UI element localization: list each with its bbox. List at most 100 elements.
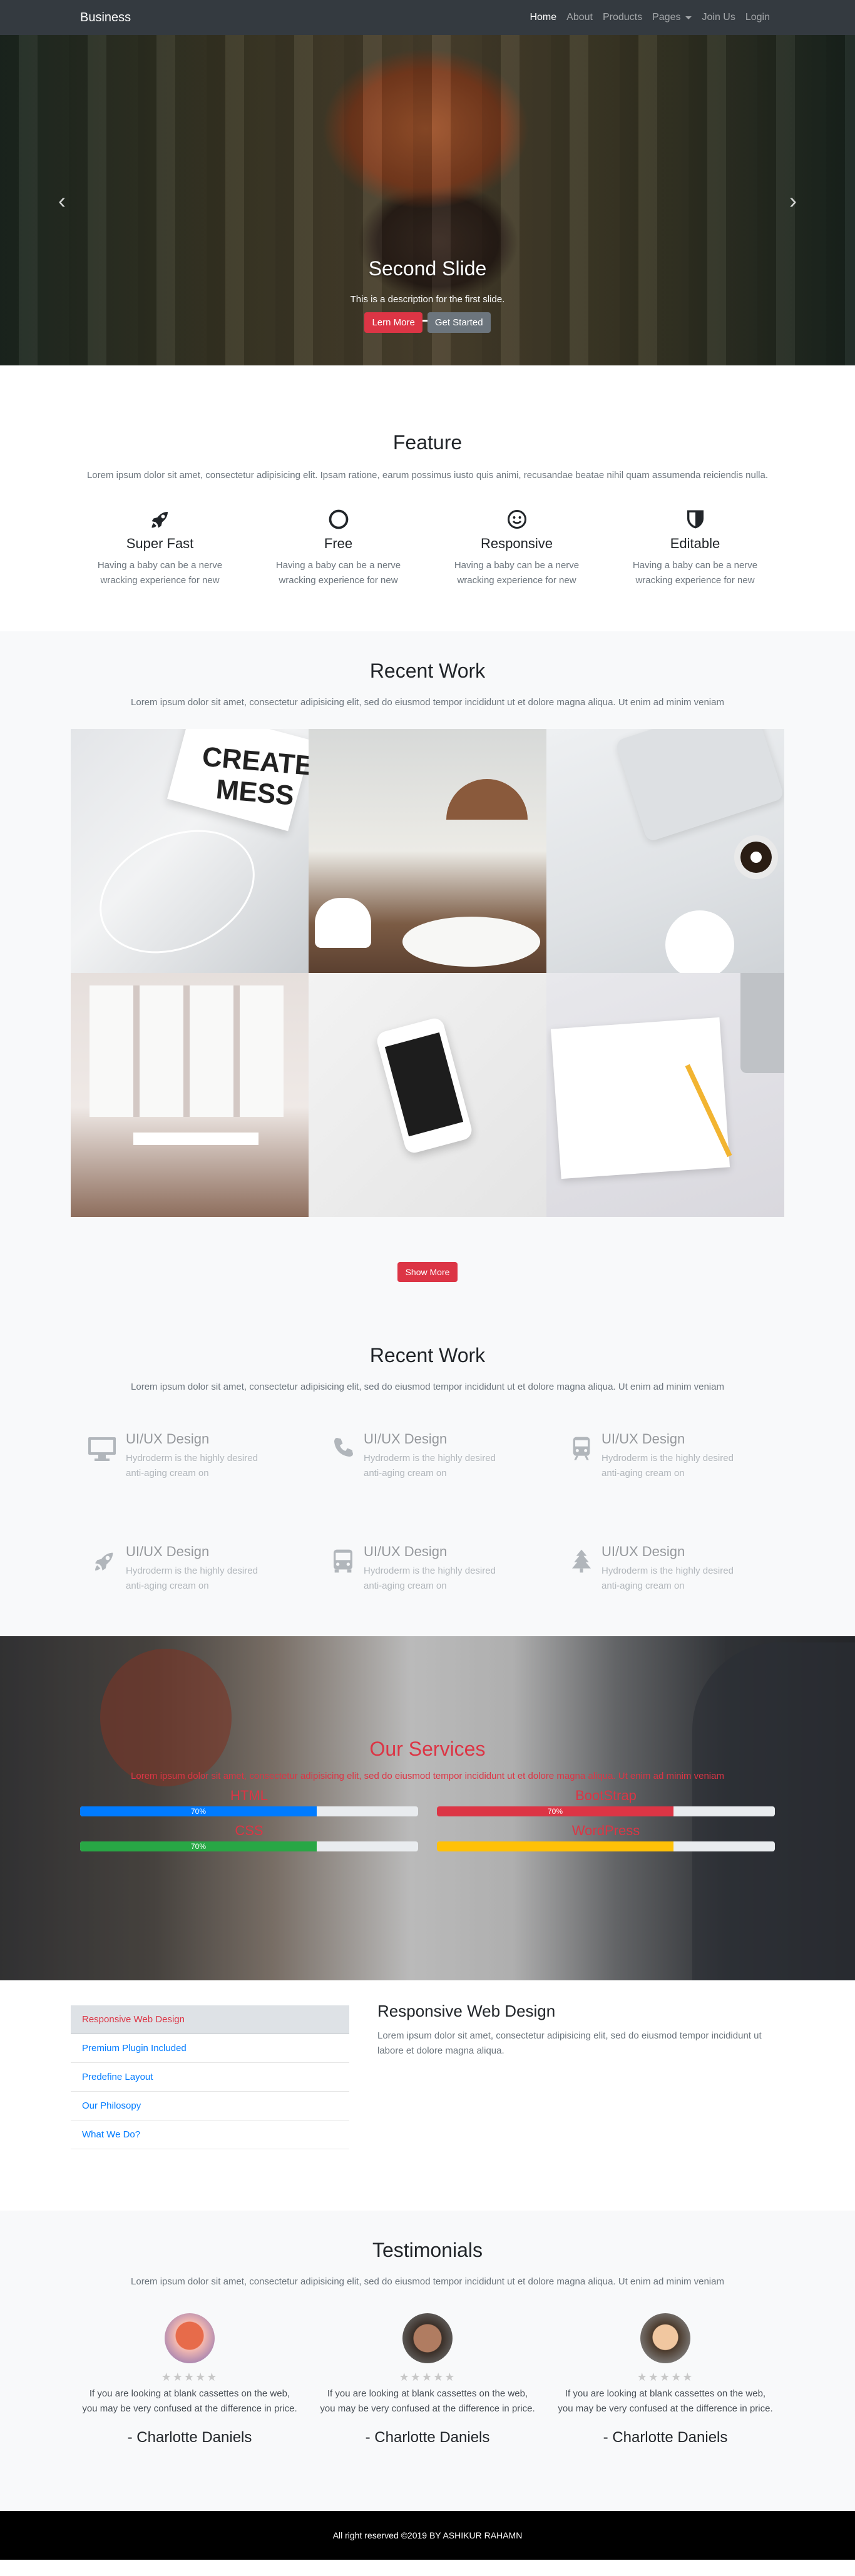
show-more-button[interactable]: Show More — [397, 1262, 458, 1282]
tab-predefine-layout[interactable]: Predefine Layout — [71, 2063, 349, 2092]
nav-pages-dropdown[interactable]: Pages — [647, 12, 697, 23]
service-item: UI/UX Design Hydroderm is the highly desi… — [309, 1431, 546, 1544]
testimonial-card: ★★★★★ If you are looking at blank casset… — [546, 2313, 784, 2446]
learn-more-button[interactable]: Lern More — [364, 312, 422, 333]
skill-name: BootStrap — [575, 1788, 637, 1803]
feature-title: Feature — [392, 431, 463, 454]
feature-card-title: Editable — [670, 536, 720, 551]
our-services-title: Our Services — [369, 1738, 486, 1760]
skill-name: WordPress — [571, 1823, 640, 1838]
service-title: UI/UX Design — [126, 1544, 210, 1559]
rocket-icon — [71, 507, 249, 532]
testimonial-quote: If you are looking at blank cassettes on… — [558, 2388, 773, 2414]
star-rating-icon: ★★★★★ — [399, 2371, 456, 2383]
navbar: Business Home About Products Pages Join … — [0, 0, 855, 35]
nav-pages-label: Pages — [652, 12, 681, 23]
testimonials-title: Testimonials — [372, 2239, 483, 2261]
recent-work-gallery-section: Recent Work Lorem ipsum dolor sit amet, … — [0, 631, 855, 1316]
brand-logo[interactable]: Business — [80, 11, 131, 25]
desktop-icon — [83, 1431, 117, 1544]
skill-bar-html: HTML 70% — [80, 1788, 418, 1816]
feature-card: Responsive Having a baby can be a nerve … — [427, 507, 606, 588]
gallery-image-dining-room[interactable] — [71, 973, 309, 1217]
testimonials-section: Testimonials Lorem ipsum dolor sit amet,… — [0, 2211, 855, 2511]
smile-icon — [427, 507, 606, 532]
nav-links: Home About Products Pages Join Us Login — [525, 12, 775, 23]
feature-card-title: Free — [324, 536, 353, 551]
progress-fill: 70% — [80, 1841, 317, 1851]
tab-premium-plugin[interactable]: Premium Plugin Included — [71, 2034, 349, 2063]
feature-text: Lorem ipsum dolor sit amet, consectetur … — [86, 470, 769, 481]
book-cover-text: CREATE MESS — [201, 741, 309, 812]
carousel-prev-icon[interactable]: ‹ — [53, 190, 71, 212]
shield-icon — [606, 507, 784, 532]
feature-card-title: Super Fast — [126, 536, 194, 551]
testimonial-author: - Charlotte Daniels — [365, 2429, 490, 2446]
our-services-section: Our Services Lorem ipsum dolor sit amet,… — [0, 1636, 855, 1980]
tab-content-text: Lorem ipsum dolor sit amet, consectetur … — [377, 2030, 762, 2056]
train-icon — [559, 1431, 593, 1544]
nav-login[interactable]: Login — [740, 12, 775, 23]
testimonials-text: Lorem ipsum dolor sit amet, consectetur … — [131, 2276, 724, 2287]
feature-card-title: Responsive — [481, 536, 553, 551]
recent-work-services-section: Recent Work Lorem ipsum dolor sit amet, … — [0, 1316, 855, 1636]
nav-about[interactable]: About — [561, 12, 598, 23]
gallery-image-office[interactable] — [309, 729, 546, 973]
gallery-image-phone[interactable] — [309, 973, 546, 1217]
skill-bar-wordpress: WordPress — [437, 1823, 775, 1851]
slide-description: This is a description for the first slid… — [350, 294, 505, 305]
service-title: UI/UX Design — [602, 1431, 685, 1447]
service-title: UI/UX Design — [126, 1431, 210, 1447]
get-started-button[interactable]: Get Started — [427, 312, 491, 333]
skill-bars: HTML 70% BootStrap 70% CSS 70% WordPress — [80, 1788, 775, 1851]
gallery-image-notebook[interactable] — [546, 973, 784, 1217]
tab-our-philosophy[interactable]: Our Philosopy — [71, 2092, 349, 2120]
testimonial-card: ★★★★★ If you are looking at blank casset… — [71, 2313, 309, 2446]
nav-home[interactable]: Home — [525, 12, 561, 23]
nav-products[interactable]: Products — [598, 12, 647, 23]
gallery-image-earphones[interactable]: CREATE MESS — [71, 729, 309, 973]
feature-card-text: Having a baby can be a nerve wracking ex… — [454, 560, 580, 586]
skill-bar-css: CSS 70% — [80, 1823, 418, 1851]
nav-join-us[interactable]: Join Us — [697, 12, 740, 23]
gallery-image-laptop-coffee[interactable] — [546, 729, 784, 973]
progress-fill: 70% — [437, 1806, 673, 1816]
service-text: Hydroderm is the highly desired anti-agi… — [602, 1565, 734, 1591]
service-title: UI/UX Design — [364, 1544, 448, 1559]
testimonial-author: - Charlotte Daniels — [603, 2429, 728, 2446]
feature-section: Feature Lorem ipsum dolor sit amet, cons… — [0, 365, 855, 631]
feature-card-text: Having a baby can be a nerve wracking ex… — [275, 560, 401, 586]
tabs-section: Responsive Web Design Premium Plugin Inc… — [71, 1980, 784, 2211]
tab-content: Responsive Web Design Lorem ipsum dolor … — [377, 2002, 772, 2211]
avatar — [402, 2313, 453, 2363]
service-text: Hydroderm is the highly desired anti-agi… — [126, 1453, 258, 1479]
feature-card: Free Having a baby can be a nerve wracki… — [249, 507, 427, 588]
carousel-next-icon[interactable]: › — [784, 190, 802, 212]
feature-card: Super Fast Having a baby can be a nerve … — [71, 507, 249, 588]
feature-card-text: Having a baby can be a nerve wracking ex… — [97, 560, 223, 586]
skill-name: CSS — [235, 1823, 264, 1838]
skill-bar-bootstrap: BootStrap 70% — [437, 1788, 775, 1816]
skill-name: HTML — [230, 1788, 268, 1803]
service-title: UI/UX Design — [364, 1431, 448, 1447]
feature-card: Editable Having a baby can be a nerve wr… — [606, 507, 784, 588]
star-rating-icon: ★★★★★ — [161, 2371, 218, 2383]
footer: All right reserved ©2019 BY ASHIKUR RAHA… — [0, 2511, 855, 2560]
service-item: UI/UX Design Hydroderm is the highly desi… — [71, 1431, 309, 1544]
recent-work-2-text: Lorem ipsum dolor sit amet, consectetur … — [131, 1382, 724, 1392]
testimonial-quote: If you are looking at blank cassettes on… — [320, 2388, 535, 2414]
service-item: UI/UX Design Hydroderm is the highly desi… — [546, 1431, 784, 1544]
progress-track: 70% — [80, 1841, 418, 1851]
tab-what-we-do[interactable]: What We Do? — [71, 2120, 349, 2149]
service-text: Hydroderm is the highly desired anti-agi… — [126, 1565, 258, 1591]
service-text: Hydroderm is the highly desired anti-agi… — [364, 1453, 496, 1479]
recent-work-title: Recent Work — [369, 659, 486, 682]
feature-card-text: Having a baby can be a nerve wracking ex… — [632, 560, 758, 586]
progress-track: 70% — [80, 1806, 418, 1816]
hero-carousel: ‹ › Second Slide This is a description f… — [0, 35, 855, 365]
progress-track: 70% — [437, 1806, 775, 1816]
service-text: Hydroderm is the highly desired anti-agi… — [364, 1565, 496, 1591]
avatar — [640, 2313, 690, 2363]
testimonial-author: - Charlotte Daniels — [127, 2429, 252, 2446]
tab-responsive-web-design[interactable]: Responsive Web Design — [71, 2005, 349, 2034]
